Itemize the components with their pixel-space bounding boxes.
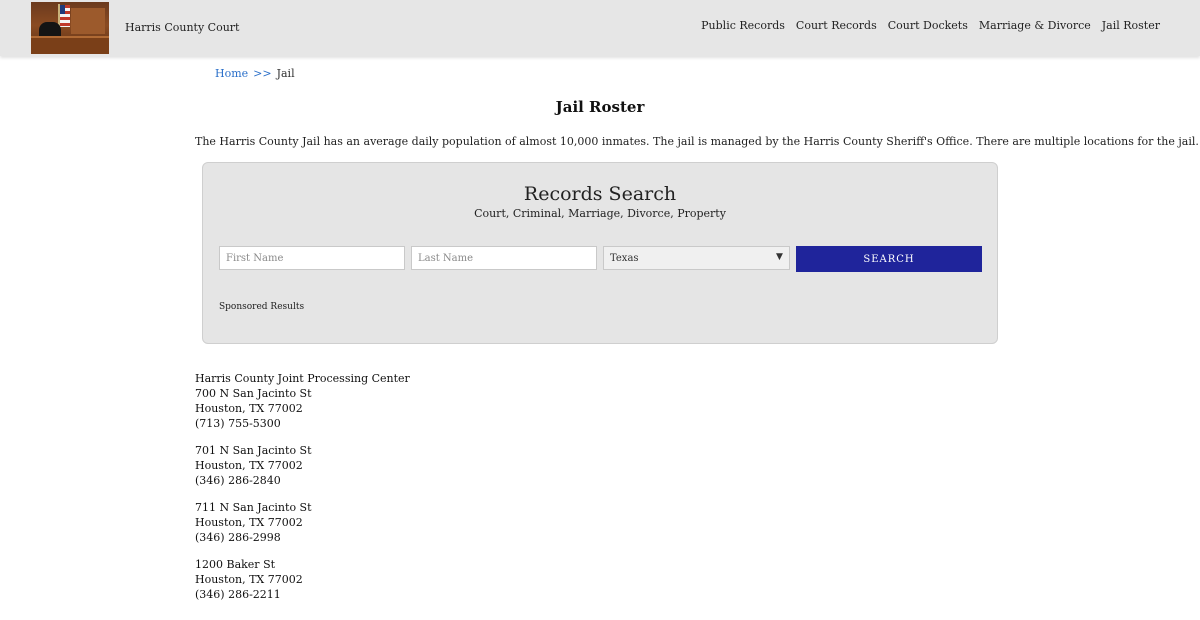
location-street: 701 N San Jacinto St <box>195 444 312 457</box>
list-item: 1200 Baker St Houston, TX 77002 (346) 28… <box>195 557 795 602</box>
search-title: Records Search <box>523 183 677 205</box>
sponsored-results-label: Sponsored Results <box>219 302 305 312</box>
location-city: Houston, TX 77002 <box>195 516 303 529</box>
site-name[interactable]: Harris County Court <box>125 21 239 34</box>
list-item: 711 N San Jacinto St Houston, TX 77002 (… <box>195 500 795 545</box>
location-phone: (346) 286-2211 <box>195 588 281 601</box>
location-phone: (346) 286-2998 <box>195 531 281 544</box>
location-city: Houston, TX 77002 <box>195 459 303 472</box>
breadcrumb-current: Jail <box>276 67 295 80</box>
breadcrumb-home-link[interactable]: Home <box>215 67 248 80</box>
location-street: 700 N San Jacinto St <box>195 387 312 400</box>
page-title: Jail Roster <box>555 98 645 116</box>
nav-court-records[interactable]: Court Records <box>796 19 877 32</box>
location-city: Houston, TX 77002 <box>195 402 303 415</box>
state-select[interactable]: Texas <box>603 246 790 270</box>
location-street: 711 N San Jacinto St <box>195 501 312 514</box>
search-button[interactable]: SEARCH <box>796 246 982 272</box>
main-nav: Public Records Court Records Court Docke… <box>701 19 1160 32</box>
location-street: 1200 Baker St <box>195 558 276 571</box>
nav-marriage-divorce[interactable]: Marriage & Divorce <box>979 19 1091 32</box>
courtroom-logo-image[interactable] <box>31 2 109 54</box>
jail-locations-list: Harris County Joint Processing Center 70… <box>195 371 795 614</box>
location-phone: (346) 286-2840 <box>195 474 281 487</box>
site-header: Harris County Court Public Records Court… <box>0 0 1200 56</box>
first-name-input[interactable] <box>219 246 405 270</box>
nav-jail-roster[interactable]: Jail Roster <box>1102 19 1160 32</box>
last-name-input[interactable] <box>411 246 597 270</box>
nav-public-records[interactable]: Public Records <box>701 19 785 32</box>
location-phone: (713) 755-5300 <box>195 417 281 430</box>
intro-text: The Harris County Jail has an average da… <box>195 135 1199 148</box>
breadcrumb-separator: >> <box>253 67 272 80</box>
search-subtitle: Court, Criminal, Marriage, Divorce, Prop… <box>474 207 726 220</box>
location-name: Harris County Joint Processing Center <box>195 372 410 385</box>
nav-court-dockets[interactable]: Court Dockets <box>888 19 968 32</box>
list-item: Harris County Joint Processing Center 70… <box>195 371 795 431</box>
list-item: 701 N San Jacinto St Houston, TX 77002 (… <box>195 443 795 488</box>
location-city: Houston, TX 77002 <box>195 573 303 586</box>
breadcrumb: Home >> Jail <box>215 67 295 80</box>
records-search-panel: Records Search Court, Criminal, Marriage… <box>202 162 998 344</box>
